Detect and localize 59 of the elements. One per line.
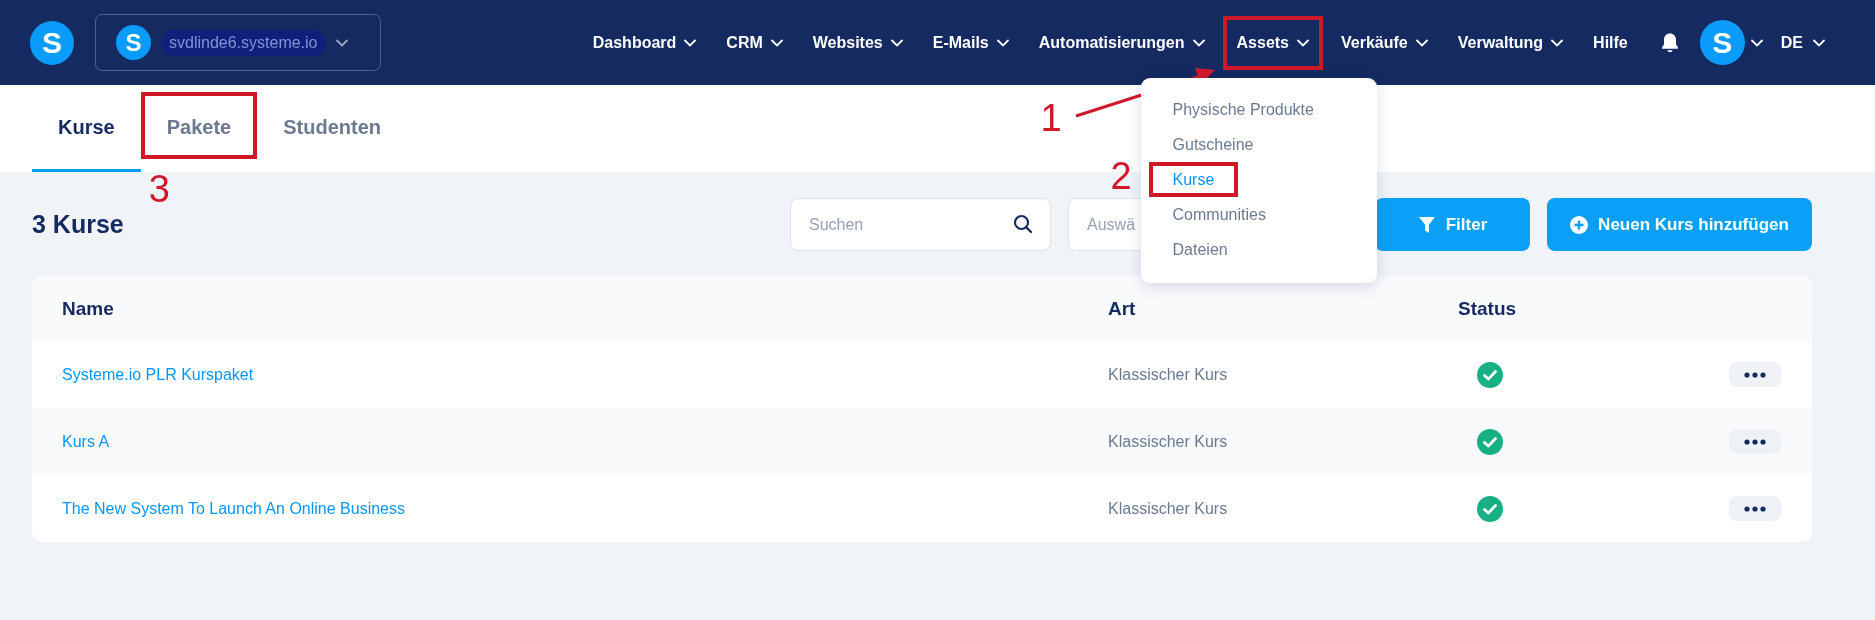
- nav-item[interactable]: Assets: [1222, 15, 1323, 70]
- add-course-button[interactable]: Neuen Kurs hinzufügen: [1547, 198, 1812, 251]
- menu-item[interactable]: Dateien: [1148, 231, 1252, 267]
- annotation-number: 3: [148, 169, 170, 209]
- page-title: 3 Kurse: [32, 210, 124, 239]
- table-cell-text: Klassischer Kurs: [1108, 432, 1229, 451]
- logo[interactable]: S: [30, 20, 74, 65]
- site-logo: S: [116, 25, 151, 60]
- filter-icon: [1417, 215, 1436, 234]
- tab[interactable]: Pakete: [140, 85, 258, 172]
- site-selector[interactable]: S svdlinde6.systeme.io: [95, 14, 381, 71]
- tab[interactable]: Studenten: [257, 85, 407, 172]
- nav-item[interactable]: Hilfe: [1581, 15, 1640, 70]
- caret-icon: [890, 38, 903, 47]
- table-cell-text: Klassischer Kurs: [1108, 365, 1229, 384]
- more-icon: [1744, 505, 1766, 512]
- column-header: Name: [62, 297, 115, 320]
- menu-item[interactable]: Gutscheine: [1148, 126, 1278, 162]
- column-header: Status: [1458, 297, 1518, 320]
- nav-item[interactable]: Verwaltung: [1445, 15, 1576, 70]
- more-icon: [1744, 371, 1766, 378]
- caret-icon: [1297, 38, 1309, 47]
- caret-icon: [1192, 38, 1205, 47]
- more-button[interactable]: [1729, 429, 1781, 454]
- course-link[interactable]: Systeme.io PLR Kurspaket: [62, 365, 1108, 384]
- bell-icon: [1659, 31, 1680, 54]
- nav-item[interactable]: Websites: [800, 15, 915, 70]
- column-header: Art: [1108, 297, 1137, 320]
- annotation-number: 2: [1110, 155, 1132, 196]
- caret-icon: [1813, 38, 1825, 47]
- more-button[interactable]: [1729, 362, 1781, 387]
- caret-icon: [335, 38, 348, 47]
- annotation-number: 1: [1040, 97, 1062, 138]
- language-selector[interactable]: DE: [1772, 27, 1825, 58]
- caret-icon: [770, 38, 783, 47]
- caret-icon: [1750, 38, 1763, 47]
- tab[interactable]: Kurse: [32, 85, 141, 172]
- caret-icon: [684, 38, 697, 47]
- course-link[interactable]: Kurs A: [62, 432, 1108, 451]
- caret-icon: [1415, 38, 1428, 47]
- caret-icon: [996, 38, 1009, 47]
- more-icon: [1744, 438, 1766, 445]
- nav-item[interactable]: Dashboard: [580, 15, 709, 70]
- nav-item[interactable]: Verkäufe: [1329, 15, 1440, 70]
- nav-item[interactable]: CRM: [714, 15, 795, 70]
- nav-item[interactable]: E-Mails: [920, 15, 1021, 70]
- menu-item[interactable]: Kurse: [1148, 161, 1239, 197]
- more-button[interactable]: [1729, 496, 1781, 521]
- table-cell-text: Klassischer Kurs: [1108, 499, 1229, 518]
- plus-circle-icon: [1570, 215, 1589, 234]
- filter-button[interactable]: Filter: [1375, 198, 1530, 251]
- menu-item[interactable]: Communities: [1148, 196, 1290, 232]
- site-domain: svdlinde6.systeme.io: [161, 29, 326, 56]
- user-avatar[interactable]: S: [1699, 20, 1745, 65]
- caret-icon: [1551, 38, 1564, 47]
- menu-item[interactable]: Physische Produkte: [1148, 91, 1338, 127]
- course-link[interactable]: The New System To Launch An Online Business: [62, 499, 1108, 518]
- search-icon: [1013, 214, 1033, 234]
- search-field[interactable]: Suchen: [790, 198, 1051, 251]
